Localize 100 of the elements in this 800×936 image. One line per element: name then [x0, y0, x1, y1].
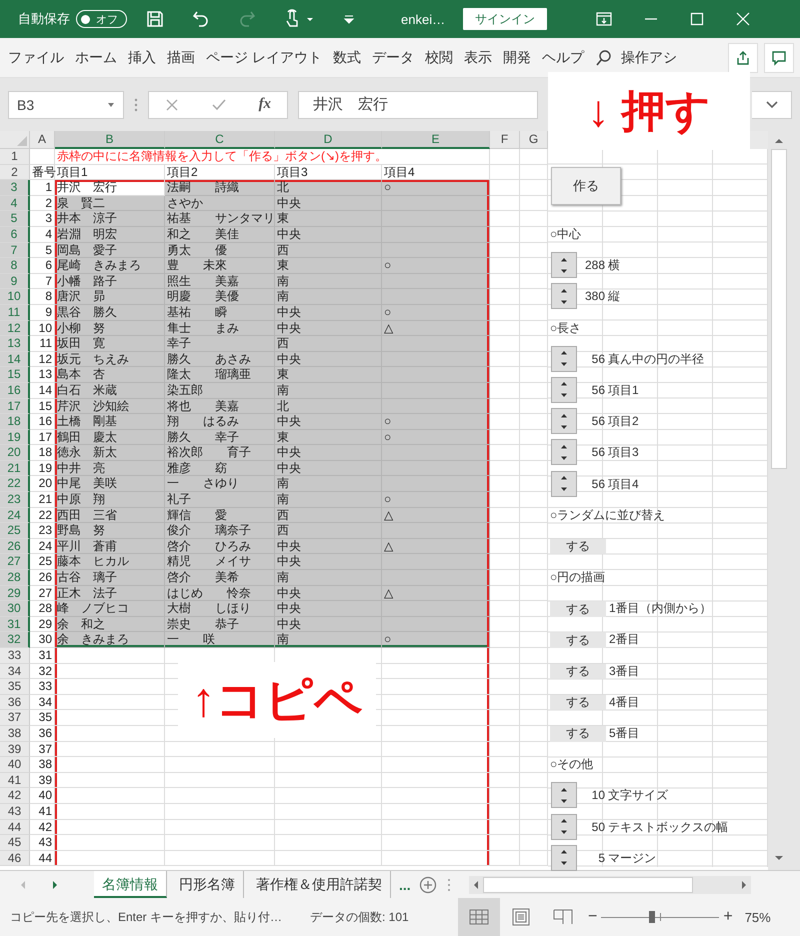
insert-function-button[interactable]: fx — [258, 96, 272, 113]
row-header[interactable]: 42 — [0, 788, 30, 804]
ribbon-tab[interactable]: ヘルプ — [542, 48, 584, 66]
zoom-level[interactable]: 75% — [744, 910, 771, 924]
section-heading: ○中心 — [549, 227, 582, 243]
run-button[interactable]: する — [550, 601, 606, 617]
row-header[interactable]: 34 — [0, 664, 30, 680]
run-button[interactable]: する — [550, 694, 606, 710]
row-header[interactable]: 13 — [0, 336, 30, 352]
row-header[interactable]: 45 — [0, 835, 30, 851]
table-cell: 藤本 ヒカル — [55, 554, 165, 570]
row-header[interactable]: 37 — [0, 710, 30, 726]
row-header[interactable]: 17 — [0, 398, 30, 414]
row-header[interactable]: 31 — [0, 616, 30, 632]
row-header[interactable]: 40 — [0, 757, 30, 773]
row-header[interactable]: 43 — [0, 804, 30, 820]
row-header[interactable]: 27 — [0, 554, 30, 570]
run-button[interactable]: する — [550, 538, 606, 554]
row-header[interactable]: 46 — [0, 850, 30, 866]
make-button[interactable]: 作る — [551, 167, 621, 205]
setting-label: 4番目 — [608, 694, 640, 710]
row-header[interactable]: 36 — [0, 694, 30, 710]
ribbon-tab[interactable]: 表示 — [464, 48, 492, 66]
row-header[interactable]: 15 — [0, 367, 30, 383]
section-heading: ○円の描画 — [549, 570, 606, 586]
row-header[interactable]: 41 — [0, 772, 30, 788]
name-box[interactable]: B3 — [8, 90, 124, 118]
sheet-tab[interactable]: 名簿情報 — [94, 871, 167, 898]
row-header[interactable]: 29 — [0, 586, 30, 602]
row-header[interactable]: 16 — [0, 382, 30, 398]
row-header[interactable]: 25 — [0, 523, 30, 539]
column-header[interactable]: B — [55, 131, 165, 149]
row-header[interactable]: 10 — [0, 289, 30, 305]
row-header[interactable]: 11 — [0, 304, 30, 321]
row-header[interactable]: 2 — [0, 164, 30, 180]
run-button[interactable]: する — [550, 664, 606, 680]
row-header[interactable]: 4 — [0, 196, 30, 212]
row-header[interactable]: 35 — [0, 679, 30, 695]
row-header[interactable]: 32 — [0, 632, 30, 648]
table-cell: 中央 — [275, 586, 382, 602]
row-header[interactable]: 20 — [0, 445, 30, 461]
row-header[interactable]: 3 — [0, 180, 30, 196]
ribbon-tab[interactable]: ファイル — [8, 48, 64, 66]
table-cell: 西田 三省 — [55, 508, 165, 524]
row-header[interactable]: 44 — [0, 820, 30, 836]
row-header[interactable]: 8 — [0, 258, 30, 274]
column-header[interactable]: F — [490, 131, 520, 149]
sign-in-button[interactable]: サインイン — [463, 8, 548, 30]
table-cell: 南 — [275, 570, 382, 586]
row-header[interactable]: 33 — [0, 648, 30, 664]
run-button[interactable]: する — [550, 632, 606, 648]
row-header[interactable]: 39 — [0, 742, 30, 758]
row-header[interactable]: 24 — [0, 508, 30, 524]
ribbon-tab[interactable]: 描画 — [167, 48, 195, 66]
ribbon-tab[interactable]: データ — [372, 48, 414, 66]
row-header[interactable]: 12 — [0, 320, 30, 336]
table-cell: 中原 翔 — [55, 492, 165, 508]
ribbon-tab[interactable]: 開発 — [502, 48, 531, 66]
ribbon-tab[interactable]: 校閲 — [424, 48, 453, 66]
row-header[interactable]: 19 — [0, 430, 30, 446]
section-heading: ○長さ — [549, 320, 582, 336]
row-header[interactable]: 21 — [0, 460, 30, 476]
setting-label: 項目3 — [607, 445, 639, 461]
ribbon-tab[interactable]: ホーム — [75, 48, 117, 66]
formula-field[interactable]: 井沢 宏行 — [298, 90, 538, 118]
table-cell: 南 — [275, 382, 382, 398]
row-header[interactable]: 14 — [0, 352, 30, 368]
ribbon-tab[interactable]: 挿入 — [128, 48, 156, 66]
row-header[interactable]: 5 — [0, 211, 30, 227]
table-cell: 輝信 愛 — [165, 508, 275, 524]
row-header[interactable]: 30 — [0, 601, 30, 617]
row-header[interactable]: 26 — [0, 538, 30, 554]
table-cell: 雅彦 窈 — [165, 460, 275, 476]
more-sheets[interactable]: ... — [399, 876, 411, 892]
row-header[interactable]: 6 — [0, 226, 30, 243]
row-header[interactable]: 22 — [0, 476, 30, 492]
autosave-toggle[interactable]: オフ — [76, 10, 127, 28]
zoom-in-button[interactable]: + — [723, 908, 733, 926]
row-header[interactable]: 38 — [0, 726, 30, 742]
ribbon-tab[interactable]: 数式 — [332, 48, 361, 66]
row-header[interactable]: 1 — [0, 149, 30, 165]
table-cell: 白石 米蔵 — [55, 382, 165, 398]
value-text: 56 — [590, 445, 605, 461]
table-cell: 中尾 美咲 — [55, 476, 165, 492]
run-button[interactable]: する — [550, 726, 606, 742]
row-header[interactable]: 18 — [0, 414, 30, 430]
search-hint[interactable]: 操作アシ — [620, 48, 677, 66]
column-header[interactable]: D — [275, 131, 382, 149]
column-header[interactable]: E — [382, 131, 490, 149]
table-cell: 南 — [275, 632, 382, 648]
row-header[interactable]: 7 — [0, 242, 30, 258]
row-header[interactable]: 28 — [0, 570, 30, 586]
row-header[interactable]: 23 — [0, 492, 30, 508]
table-cell: ○ — [382, 430, 490, 446]
row-header[interactable]: 9 — [0, 274, 30, 290]
column-header[interactable]: C — [165, 131, 275, 149]
zoom-out-button[interactable]: − — [588, 908, 598, 926]
setting-label: 項目1 — [607, 382, 639, 399]
ribbon-tab[interactable]: ページ レイアウト — [206, 48, 322, 66]
value-text: 56 — [590, 476, 605, 492]
